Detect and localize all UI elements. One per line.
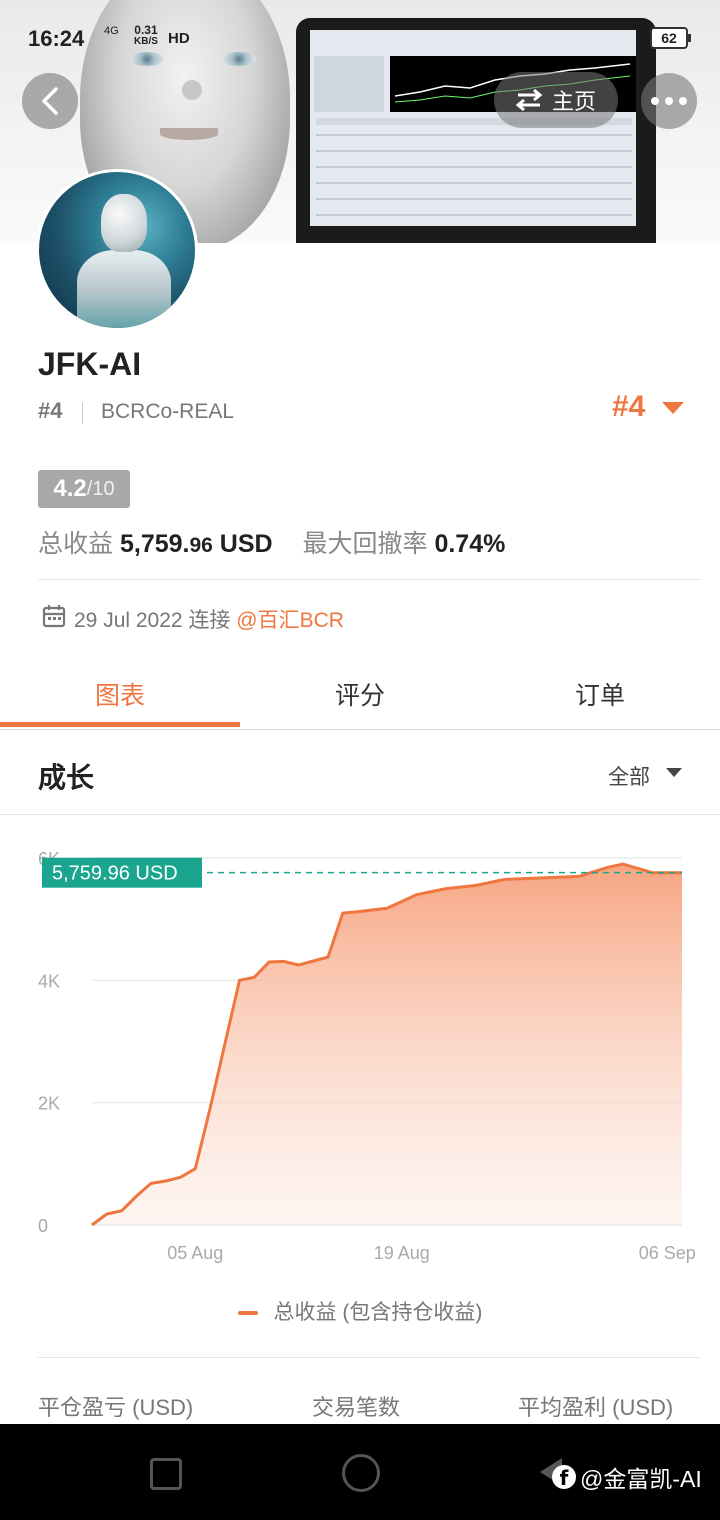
since-connect: 连接 [188,609,231,632]
broker-link[interactable]: @百汇BCR [236,609,344,632]
robot-left-eye [130,52,164,66]
home-button-label: 主页 [551,89,596,114]
caret-down-icon[interactable] [662,402,684,414]
y-tick-label: 0 [38,1216,48,1236]
drawdown-label: 最大回撤率 [302,530,428,558]
total-profit-label: 总收益 [38,530,114,558]
laptop-screen-line [316,134,632,136]
x-tick-label: 19 Aug [374,1243,430,1263]
section-divider [0,814,720,815]
laptop-screen-line [316,182,632,184]
divider [38,579,700,580]
tab-chart[interactable]: 图表 [0,676,240,712]
filter-caret-icon[interactable] [666,768,682,777]
tabs-divider [0,729,720,730]
robot-nose [182,80,202,100]
y-tick-label: 2K [38,1094,60,1114]
stats-line: 总收益 5,759.96 USD 最大回撤率 0.74% [38,524,505,560]
tab-orders[interactable]: 订单 [480,676,720,712]
profile-name: JFK-AI [38,346,142,382]
trade-count-label: 交易笔数 [312,1395,401,1420]
avatar-robot-head [101,194,147,252]
broker-name: BCRCo-REAL [101,400,235,423]
recent-apps-button[interactable] [150,1458,182,1490]
network-speed-unit: KB/S [134,36,158,47]
divider [38,1357,700,1358]
back-button[interactable] [22,73,78,129]
laptop-screen-line [316,214,632,216]
connected-since: 29 Jul 2022 连接 @百汇BCR [74,604,344,634]
more-button[interactable] [641,73,697,129]
score-max: /10 [86,477,115,500]
growth-chart: 02K4K6K 05 Aug19 Aug06 Sep 5,759.96 USD [38,849,696,1263]
robot-mouth [160,128,218,140]
rank-dropdown[interactable]: #4 [612,390,645,424]
hd-indicator: HD [168,30,190,47]
laptop-screen-line [316,166,632,168]
y-axis-ticks: 02K4K6K [38,849,60,1236]
rank-label: #4 [38,398,63,423]
score-badge: 4.2 /10 [38,470,130,508]
x-axis-ticks: 05 Aug 19 Aug 06 Sep [167,1243,696,1263]
laptop-screen-line [316,150,632,152]
home-button[interactable]: 主页 [494,72,618,128]
y-tick-label: 4K [38,971,60,991]
laptop-screen-panel [314,56,384,112]
x-tick-label: 06 Sep [639,1243,696,1263]
network-speed: 0.31 KB/S [134,24,158,48]
x-tick-label: 05 Aug [167,1243,223,1263]
chart-legend: 总收益 (包含持仓收益) [0,1296,720,1326]
avatar[interactable] [36,169,198,331]
home-nav-button[interactable] [342,1454,380,1492]
network-speed-value: 0.31 [134,23,158,37]
laptop-screen-line [316,198,632,200]
period-filter[interactable]: 全部 [608,761,650,791]
watermark: f @金富凯-AI [552,1460,702,1494]
tab-rating[interactable]: 评分 [240,676,480,712]
facebook-icon: f [552,1465,576,1490]
total-profit-cents: 96 [189,534,213,557]
avg-profit-label: 平均盈利 (USD) [518,1395,674,1420]
network-indicator: 4G [104,25,119,37]
rank-divider [82,402,83,424]
robot-right-eye [222,52,256,66]
total-profit-value: 5,759. [119,530,190,558]
more-dots-icon [651,97,687,105]
growth-area [92,864,682,1225]
current-value-label: 5,759.96 USD [52,863,178,885]
legend-line-icon [237,1311,258,1316]
score-value: 4.2 [53,475,87,502]
drawdown-value: 0.74% [434,530,506,558]
chevron-left-icon [42,87,58,115]
avatar-robot-body [77,250,171,328]
status-time: 16:24 [28,26,85,51]
section-title: 成长 [38,762,95,793]
swap-arrows-icon [515,89,542,111]
since-date: 29 Jul 2022 [74,609,183,632]
total-profit-unit: USD [212,530,273,558]
active-tab-indicator [0,722,240,727]
legend-label: 总收益 (包含持仓收益) [273,1301,483,1324]
calendar-icon [42,605,66,628]
watermark-text: @金富凯-AI [580,1466,702,1492]
battery-icon: 62 [650,27,691,49]
closed-pnl-label: 平仓盈亏 (USD) [38,1395,194,1420]
